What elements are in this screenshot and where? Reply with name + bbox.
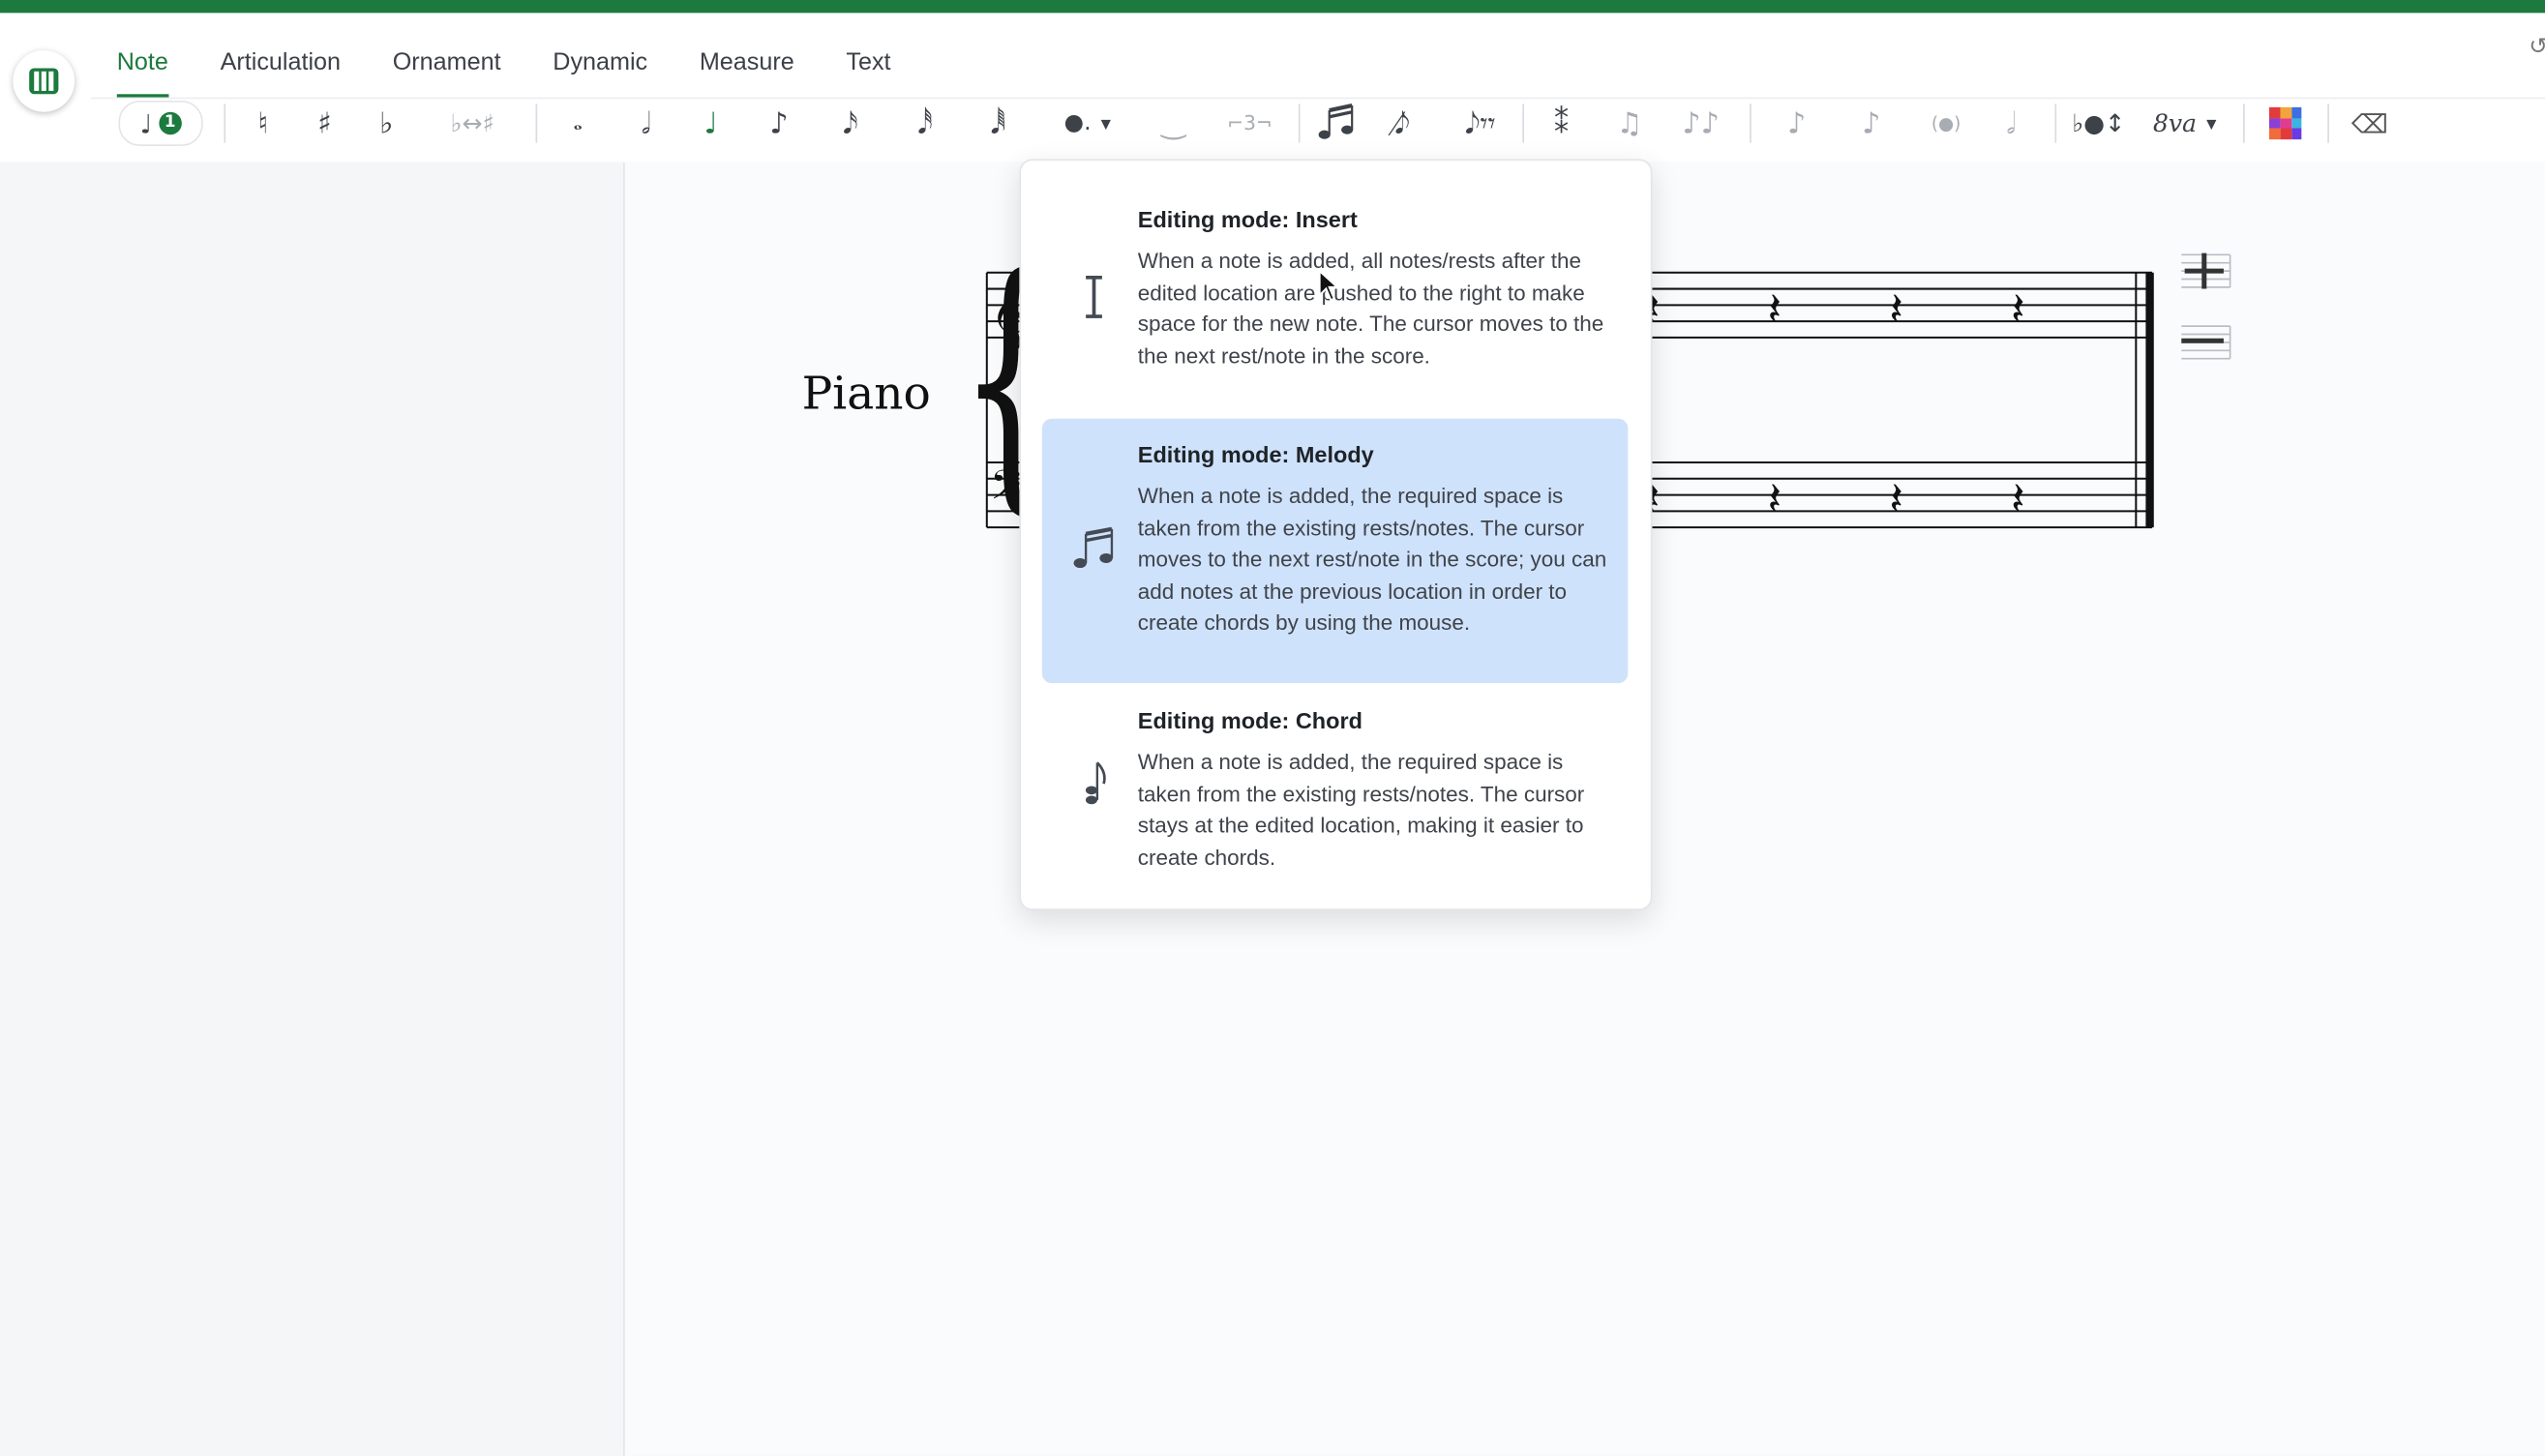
mouse-pointer-icon bbox=[1318, 268, 1340, 310]
dotted-note-icon: ●. bbox=[1063, 110, 1092, 136]
invisible-note-icon[interactable]: 𝅗𝅥 bbox=[1990, 88, 2032, 160]
cross-note-icon[interactable]: 𝅘̸𝅥𝅮 bbox=[1376, 88, 1428, 160]
toolbar-divider bbox=[2327, 104, 2329, 143]
toolbar-divider bbox=[2054, 104, 2057, 143]
flat-icon[interactable]: ♭ bbox=[367, 88, 405, 160]
svg-text:𝄽: 𝄽 bbox=[2011, 282, 2024, 336]
chevron-down-icon: ▼ bbox=[1100, 115, 1111, 132]
plus-staff-icon bbox=[2181, 253, 2231, 289]
toolbar-divider bbox=[535, 104, 538, 143]
beamed-notes-icon bbox=[1068, 516, 1121, 580]
beamed-notes-icon bbox=[1318, 103, 1354, 139]
tab-dynamic[interactable]: Dynamic bbox=[526, 26, 674, 98]
editing-mode-melody-option[interactable]: Editing mode: Melody When a note is adde… bbox=[1041, 418, 1629, 684]
app-window: Note Articulation Ornament Dynamic Measu… bbox=[0, 0, 2545, 1456]
remove-measure-button[interactable] bbox=[2175, 321, 2233, 364]
option-description: When a note is added, the required space… bbox=[1137, 749, 1585, 870]
chord-icon bbox=[1068, 753, 1121, 817]
quarter-note-icon: ♩ bbox=[139, 107, 153, 139]
stem-direction-icon[interactable]: ⁑ bbox=[1539, 88, 1584, 160]
svg-text:𝄽: 𝄽 bbox=[1768, 473, 1782, 526]
toolbar-divider bbox=[1298, 104, 1301, 143]
sharp-icon[interactable]: ♯ bbox=[305, 88, 344, 160]
natural-icon[interactable]: ♮ bbox=[244, 88, 283, 160]
option-title: Editing mode: Insert bbox=[1137, 206, 1358, 232]
option-title: Editing mode: Melody bbox=[1137, 441, 1374, 468]
ottava-label: 8va bbox=[2152, 108, 2198, 138]
voice-badge: 1 bbox=[158, 111, 182, 135]
beam-icon[interactable]: ♫ bbox=[1603, 88, 1656, 160]
ottava-dropdown-button[interactable]: 8va ▼ bbox=[2145, 88, 2224, 160]
voice-selector-button[interactable]: ♩ 1 bbox=[117, 88, 205, 160]
svg-text:𝄽: 𝄽 bbox=[1768, 282, 1782, 336]
tab-ornament[interactable]: Ornament bbox=[367, 26, 527, 98]
enharmonic-swap-icon[interactable]: ♭↔♯ bbox=[432, 88, 513, 160]
sixteenth-note-icon[interactable]: 𝅘𝅥𝅯 bbox=[831, 88, 870, 160]
quarter-note-icon[interactable]: ♩ bbox=[692, 88, 731, 160]
editing-mode-chord-option[interactable]: Editing mode: Chord When a note is added… bbox=[1042, 685, 1629, 893]
dot-dropdown-button[interactable]: ●. ▼ bbox=[1052, 88, 1123, 160]
voice-selector: ♩ 1 bbox=[118, 100, 203, 146]
instrument-name[interactable]: Piano bbox=[802, 367, 931, 420]
option-description: When a note is added, all notes/rests af… bbox=[1137, 248, 1604, 368]
toolbar-divider bbox=[224, 104, 226, 143]
svg-text:𝄢: 𝄢 bbox=[990, 461, 1021, 518]
option-description: When a note is added, the required space… bbox=[1137, 483, 1607, 635]
sixty-fourth-note-icon[interactable]: 𝅘𝅥𝅱 bbox=[977, 88, 1020, 160]
grace-note-after-icon[interactable]: ♪ bbox=[1850, 88, 1893, 160]
add-measure-button[interactable] bbox=[2175, 250, 2233, 292]
minus-staff-icon bbox=[2181, 325, 2231, 360]
undo-icon[interactable]: ↺ bbox=[2529, 33, 2545, 61]
svg-text:𝄽: 𝄽 bbox=[2011, 473, 2024, 526]
toolbar-divider bbox=[2243, 104, 2245, 143]
svg-text:𝄽: 𝄽 bbox=[1889, 282, 1902, 336]
piano-keyboard-button[interactable] bbox=[13, 49, 75, 112]
tab-note[interactable]: Note bbox=[91, 26, 195, 98]
color-picker-button[interactable] bbox=[2262, 88, 2308, 160]
eighth-note-icon[interactable]: ♪ bbox=[760, 88, 798, 160]
tie-icon[interactable]: ‿ bbox=[1146, 88, 1201, 160]
insert-cursor-icon bbox=[1068, 264, 1121, 329]
note-rest-icon[interactable]: 𝅘𝅥𝅮𝄾𝄾 bbox=[1452, 88, 1510, 160]
toolbar-divider bbox=[1522, 104, 1524, 143]
toolbar-divider bbox=[1750, 104, 1752, 143]
editing-mode-melody-button[interactable] bbox=[1311, 88, 1363, 160]
flip-beam-icon[interactable]: ♪♪ bbox=[1675, 88, 1727, 160]
color-palette-icon bbox=[2268, 106, 2302, 140]
grace-note-icon[interactable]: ♪ bbox=[1776, 88, 1818, 160]
tab-measure[interactable]: Measure bbox=[674, 26, 821, 98]
delete-icon[interactable]: ⌫ bbox=[2347, 88, 2392, 160]
parenthesis-icon[interactable]: (●) bbox=[1925, 88, 1967, 160]
top-accent-bar bbox=[0, 0, 2545, 14]
tab-text[interactable]: Text bbox=[821, 26, 917, 98]
whole-note-icon[interactable]: 𝅝 bbox=[558, 88, 597, 160]
option-title: Editing mode: Chord bbox=[1137, 707, 1362, 734]
thirty-second-note-icon[interactable]: 𝅘𝅥𝅰 bbox=[906, 88, 944, 160]
half-note-icon[interactable]: 𝅗𝅥 bbox=[626, 88, 665, 160]
tab-bar: Note Articulation Ornament Dynamic Measu… bbox=[91, 26, 916, 98]
piano-keyboard-icon bbox=[29, 68, 59, 95]
transpose-icon[interactable]: ♭●↕ bbox=[2071, 88, 2126, 160]
chevron-down-icon: ▼ bbox=[2206, 115, 2217, 132]
svg-text:𝄽: 𝄽 bbox=[1889, 473, 1902, 526]
tuplet-icon[interactable]: ⌐3¬ bbox=[1220, 88, 1278, 160]
tab-articulation[interactable]: Articulation bbox=[195, 26, 367, 98]
